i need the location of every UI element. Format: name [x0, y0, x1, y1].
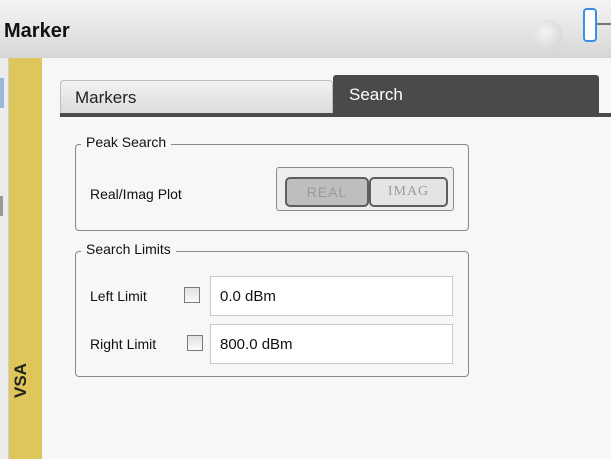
title-bar: Marker: [0, 0, 611, 59]
peak-search-title: Peak Search: [81, 134, 172, 150]
right-limit-label: Right Limit: [90, 336, 157, 352]
window-title: Marker: [4, 20, 70, 42]
real-button[interactable]: REAL: [285, 177, 369, 207]
real-imag-plot-label: Real/Imag Plot: [90, 186, 182, 202]
help-bubble-icon[interactable]: [533, 20, 563, 50]
edge-notch-icon: [0, 196, 3, 216]
vsa-side-tab[interactable]: [9, 58, 43, 459]
left-edge-strip: [0, 58, 9, 459]
left-limit-checkbox[interactable]: [184, 287, 200, 303]
imag-button[interactable]: IMAG: [369, 177, 448, 207]
toggle-line-icon: [597, 23, 611, 25]
vsa-side-tab-label: VSA: [11, 363, 30, 398]
left-limit-input[interactable]: 0.0 dBm: [210, 276, 453, 316]
tab-search[interactable]: Search: [333, 75, 599, 113]
tab-markers-label: Markers: [75, 88, 137, 107]
tab-search-label: Search: [349, 85, 403, 104]
edge-marker-icon: [0, 78, 4, 108]
tab-markers[interactable]: Markers: [60, 80, 333, 113]
panel-toggle-icon[interactable]: [583, 8, 597, 42]
left-limit-label: Left Limit: [90, 288, 147, 304]
right-limit-input[interactable]: 800.0 dBm: [210, 324, 453, 364]
search-limits-title: Search Limits: [81, 241, 176, 257]
right-limit-checkbox[interactable]: [187, 335, 203, 351]
